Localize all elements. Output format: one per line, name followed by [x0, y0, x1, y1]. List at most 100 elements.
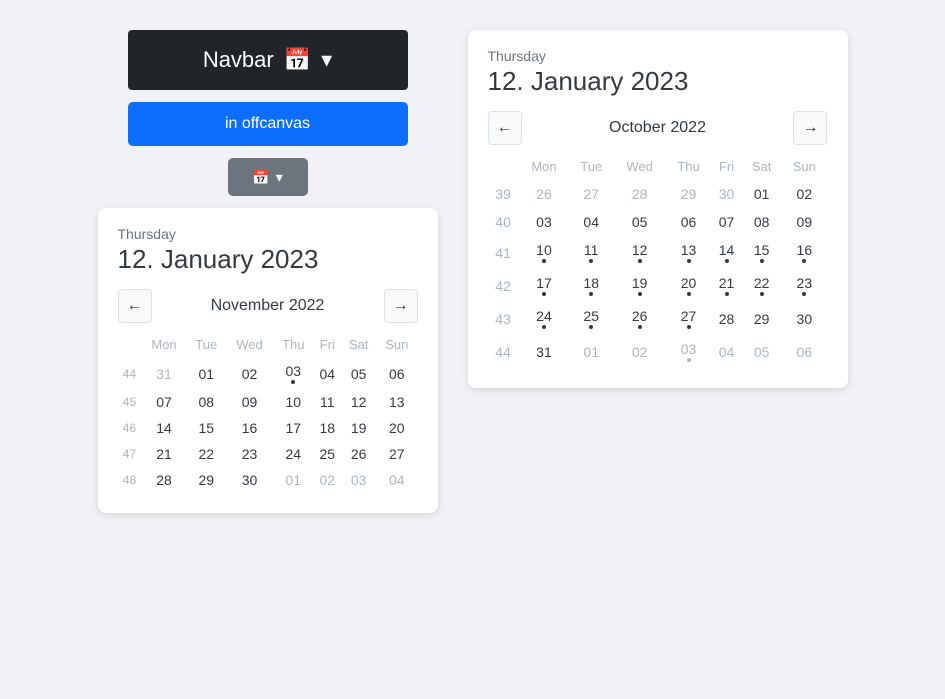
- calendar-day[interactable]: 09: [781, 208, 827, 236]
- calendar-day[interactable]: 01: [569, 335, 613, 368]
- left-month-title: November 2022: [211, 297, 325, 315]
- calendar-day[interactable]: 07: [141, 389, 186, 415]
- calendar-day[interactable]: 08: [742, 208, 781, 236]
- right-weekday-header-row: Mon Tue Wed Thu Fri Sat Sun: [488, 155, 828, 180]
- calendar-day[interactable]: 04: [313, 358, 341, 389]
- calendar-day[interactable]: 27: [376, 441, 417, 467]
- right-day-name: Thursday: [488, 48, 828, 64]
- calendar-day[interactable]: 05: [341, 358, 376, 389]
- calendar-day[interactable]: 03: [341, 467, 376, 493]
- calendar-day[interactable]: 13: [376, 389, 417, 415]
- calendar-day[interactable]: 27: [666, 302, 711, 335]
- calendar-day[interactable]: 27: [569, 180, 613, 208]
- calendar-day[interactable]: 02: [226, 358, 273, 389]
- dropdown-chevron: ▾: [276, 169, 283, 186]
- calendar-day[interactable]: 31: [519, 335, 570, 368]
- table-row: 4721222324252627: [118, 441, 418, 467]
- left-next-button[interactable]: →: [384, 289, 418, 323]
- calendar-day[interactable]: 15: [742, 236, 781, 269]
- calendar-day[interactable]: 04: [711, 335, 742, 368]
- calendar-day[interactable]: 28: [141, 467, 186, 493]
- calendar-day[interactable]: 12: [341, 389, 376, 415]
- navbar-bar: Navbar 📅 ▾: [128, 30, 408, 90]
- table-row: 4217181920212223: [488, 269, 828, 302]
- calendar-day[interactable]: 20: [666, 269, 711, 302]
- calendar-day[interactable]: 03: [519, 208, 570, 236]
- right-next-button[interactable]: →: [793, 111, 827, 145]
- right-prev-button[interactable]: ←: [488, 111, 522, 145]
- calendar-day[interactable]: 01: [273, 467, 313, 493]
- calendar-day[interactable]: 24: [519, 302, 570, 335]
- calendar-day[interactable]: 26: [613, 302, 666, 335]
- calendar-day[interactable]: 11: [569, 236, 613, 269]
- left-prev-button[interactable]: ←: [118, 289, 152, 323]
- calendar-day[interactable]: 25: [313, 441, 341, 467]
- calendar-day[interactable]: 26: [341, 441, 376, 467]
- calendar-icon: 📅: [284, 47, 311, 73]
- calendar-day[interactable]: 29: [187, 467, 226, 493]
- calendar-day[interactable]: 25: [569, 302, 613, 335]
- calendar-day[interactable]: 10: [519, 236, 570, 269]
- calendar-day[interactable]: 18: [313, 415, 341, 441]
- calendar-day[interactable]: 29: [666, 180, 711, 208]
- calendar-day[interactable]: 12: [613, 236, 666, 269]
- table-row: 4828293001020304: [118, 467, 418, 493]
- calendar-day[interactable]: 11: [313, 389, 341, 415]
- calendar-day[interactable]: 28: [613, 180, 666, 208]
- calendar-day[interactable]: 02: [781, 180, 827, 208]
- calendar-day[interactable]: 21: [141, 441, 186, 467]
- calendar-day[interactable]: 08: [187, 389, 226, 415]
- calendar-day[interactable]: 26: [519, 180, 570, 208]
- calendar-day[interactable]: 05: [742, 335, 781, 368]
- calendar-day[interactable]: 13: [666, 236, 711, 269]
- calendar-day[interactable]: 01: [742, 180, 781, 208]
- calendar-day[interactable]: 07: [711, 208, 742, 236]
- calendar-day[interactable]: 19: [341, 415, 376, 441]
- calendar-day[interactable]: 17: [519, 269, 570, 302]
- right-cal-nav: ← October 2022 →: [488, 111, 828, 145]
- calendar-day[interactable]: 28: [711, 302, 742, 335]
- calendar-day[interactable]: 22: [742, 269, 781, 302]
- calendar-day[interactable]: 02: [313, 467, 341, 493]
- calendar-day[interactable]: 09: [226, 389, 273, 415]
- calendar-day[interactable]: 23: [781, 269, 827, 302]
- calendar-day[interactable]: 14: [711, 236, 742, 269]
- calendar-day[interactable]: 30: [781, 302, 827, 335]
- calendar-day[interactable]: 21: [711, 269, 742, 302]
- calendar-day[interactable]: 18: [569, 269, 613, 302]
- calendar-day[interactable]: 30: [226, 467, 273, 493]
- calendar-day[interactable]: 20: [376, 415, 417, 441]
- calendar-day[interactable]: 16: [781, 236, 827, 269]
- calendar-day[interactable]: 02: [613, 335, 666, 368]
- calendar-day[interactable]: 16: [226, 415, 273, 441]
- calendar-day[interactable]: 03: [273, 358, 313, 389]
- calendar-day[interactable]: 10: [273, 389, 313, 415]
- left-weekday-sun: Sun: [376, 333, 417, 358]
- calendar-day[interactable]: 24: [273, 441, 313, 467]
- week-number: 43: [488, 302, 519, 335]
- calendar-day[interactable]: 17: [273, 415, 313, 441]
- right-weekday-sun: Sun: [781, 155, 827, 180]
- calendar-day[interactable]: 14: [141, 415, 186, 441]
- left-full-date: 12. January 2023: [118, 244, 418, 275]
- calendar-day[interactable]: 04: [376, 467, 417, 493]
- calendar-day[interactable]: 30: [711, 180, 742, 208]
- right-month-title: October 2022: [609, 119, 706, 137]
- calendar-day[interactable]: 29: [742, 302, 781, 335]
- dropdown-cal-icon: 📅: [252, 169, 269, 186]
- calendar-day[interactable]: 06: [781, 335, 827, 368]
- calendar-day[interactable]: 15: [187, 415, 226, 441]
- calendar-day[interactable]: 05: [613, 208, 666, 236]
- calendar-day[interactable]: 03: [666, 335, 711, 368]
- left-weekday-fri: Fri: [313, 333, 341, 358]
- calendar-day[interactable]: 04: [569, 208, 613, 236]
- calendar-day[interactable]: 06: [376, 358, 417, 389]
- calendar-day[interactable]: 22: [187, 441, 226, 467]
- calendar-day[interactable]: 19: [613, 269, 666, 302]
- dropdown-button[interactable]: 📅 ▾: [228, 158, 308, 196]
- calendar-day[interactable]: 01: [187, 358, 226, 389]
- calendar-day[interactable]: 06: [666, 208, 711, 236]
- offcanvas-button[interactable]: in offcanvas: [128, 102, 408, 146]
- calendar-day[interactable]: 31: [141, 358, 186, 389]
- calendar-day[interactable]: 23: [226, 441, 273, 467]
